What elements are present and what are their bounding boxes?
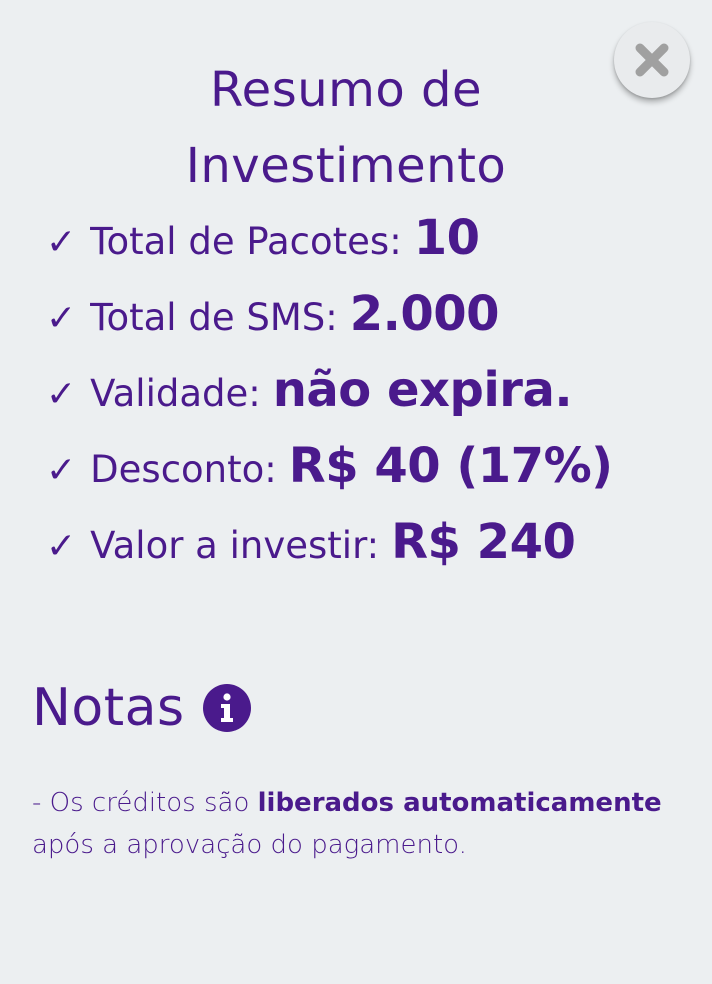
check-icon: ✓ [46,298,77,339]
notes-text: - Os créditos são liberados automaticame… [32,782,672,866]
summary-item-label: Validade: [90,372,261,415]
title-line-2: Investimento [185,138,507,194]
summary-item-value: 2.000 [349,286,500,342]
summary-item-value: não expira. [272,362,573,418]
summary-item-label: Valor a investir: [90,524,380,567]
notes-text-part: após a aprovação do pagamento. [32,830,467,860]
summary-item-validity: ✓ Validade: não expira. [46,360,613,436]
summary-item-label: Total de Pacotes: [90,220,402,263]
page-title: Resumo de Investimento [0,52,692,204]
summary-item-discount: ✓ Desconto: R$ 40 (17%) [46,436,613,512]
notes-text-part: - Os créditos são [32,788,258,818]
summary-item-value: R$ 40 (17%) [288,438,613,494]
check-icon: ✓ [46,450,77,491]
summary-item-label: Total de SMS: [90,296,338,339]
summary-item-total: ✓ Valor a investir: R$ 240 [46,512,613,588]
summary-item-sms: ✓ Total de SMS: 2.000 [46,284,613,360]
notes-text-emphasis: liberados automaticamente [257,788,662,818]
check-icon: ✓ [46,374,77,415]
check-icon: ✓ [46,222,77,263]
summary-item-value: 10 [413,210,480,266]
notes-header: Notas [32,678,251,738]
info-icon[interactable] [202,684,251,732]
summary-item-packages: ✓ Total de Pacotes: 10 [46,208,613,284]
notes-title: Notas [32,678,185,738]
summary-item-label: Desconto: [90,448,277,491]
title-line-1: Resumo de [209,62,483,118]
investment-summary-list: ✓ Total de Pacotes: 10 ✓ Total de SMS: 2… [46,208,613,588]
check-icon: ✓ [46,526,77,567]
summary-item-value: R$ 240 [391,514,576,570]
